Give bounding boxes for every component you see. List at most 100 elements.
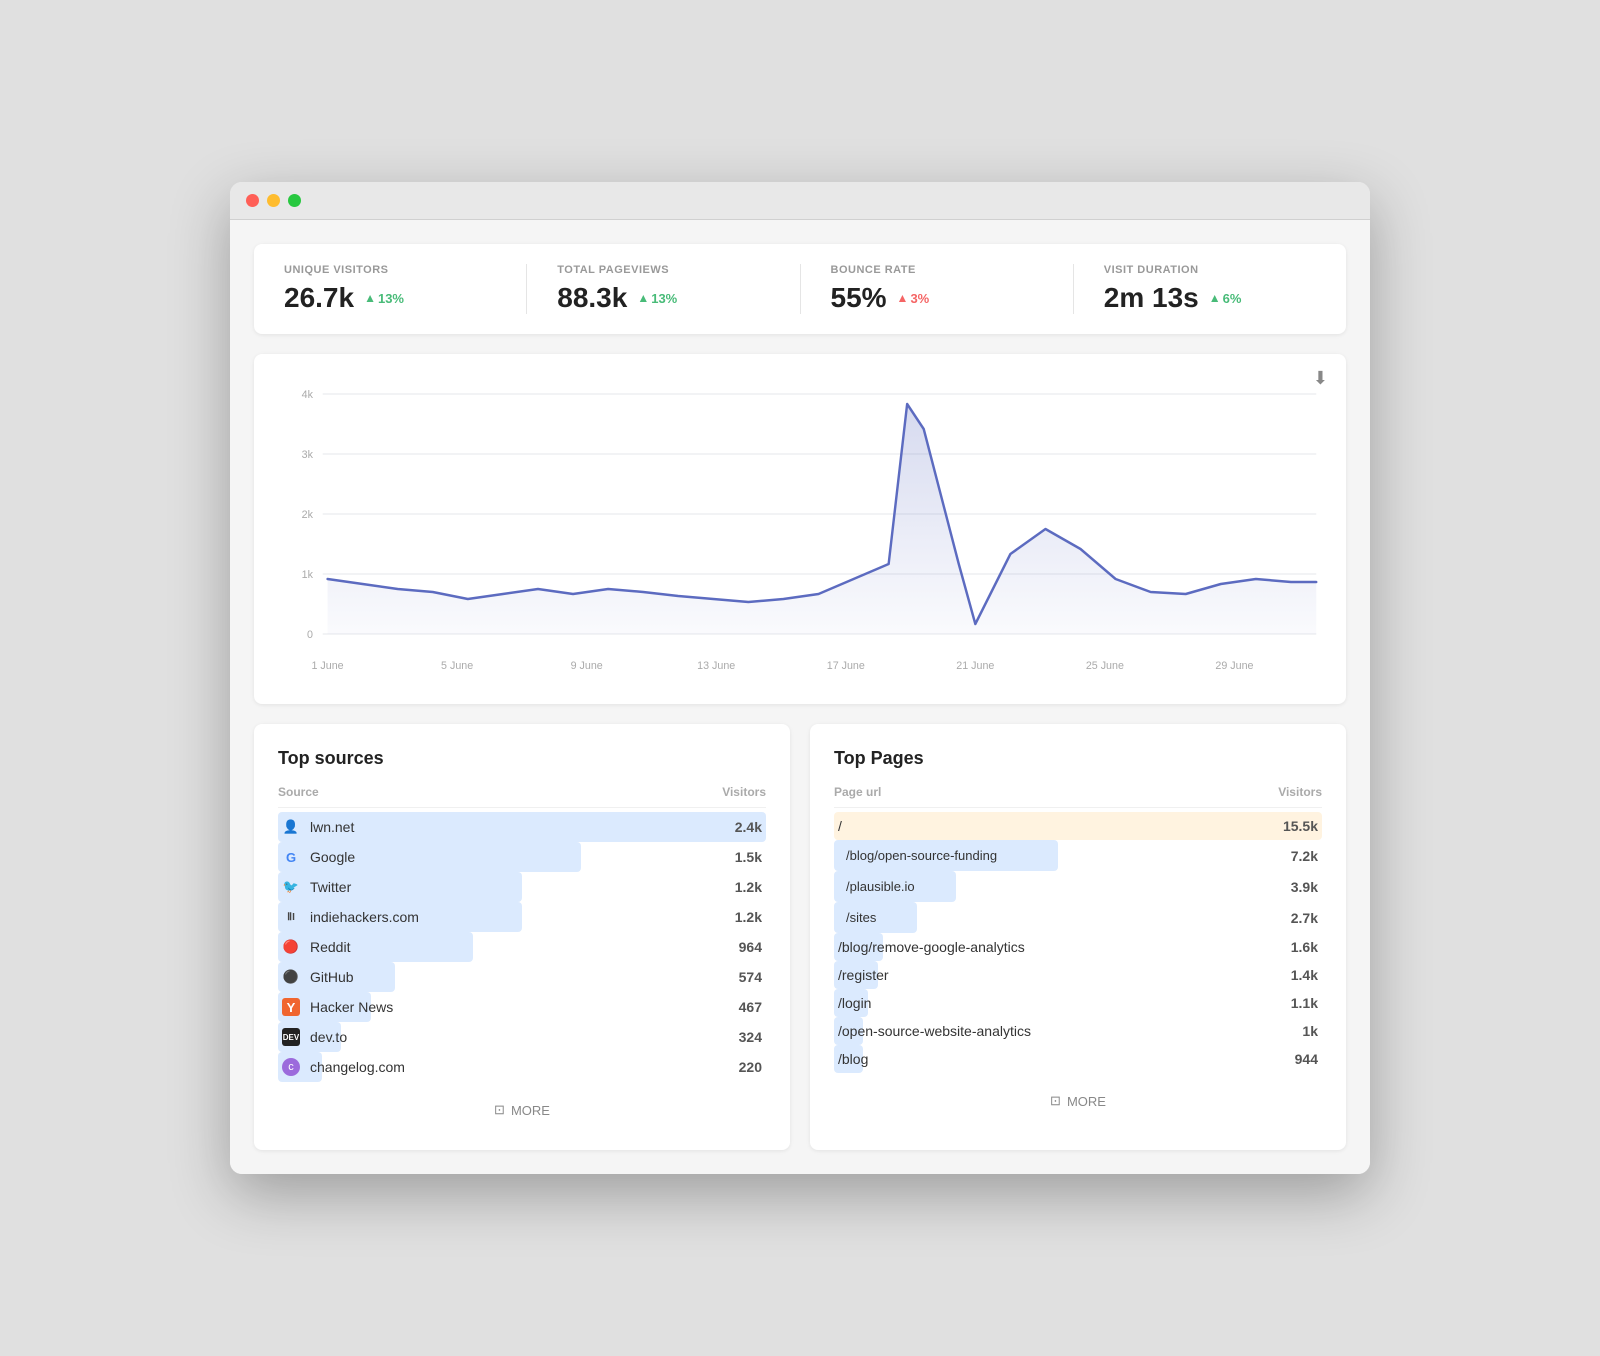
source-name: Y Hacker News — [282, 998, 393, 1016]
page-url: /blog — [838, 1051, 868, 1067]
svg-text:9 June: 9 June — [571, 660, 603, 672]
visitors-chart: 4k 3k 2k 1k 0 1 June 5 June 9 June 13 Ju… — [274, 374, 1326, 694]
more-icon: ⊡ — [494, 1102, 505, 1118]
source-name: c changelog.com — [282, 1058, 405, 1076]
top-pages-title: Top Pages — [834, 748, 1322, 769]
github-icon: ⚫ — [282, 968, 300, 986]
stat-visit-duration-change: ▲ 6% — [1209, 291, 1242, 306]
top-pages-header: Page url Visitors — [834, 785, 1322, 808]
svg-text:4k: 4k — [302, 389, 314, 401]
more-icon: ⊡ — [1050, 1093, 1061, 1109]
list-item[interactable]: ⚫ GitHub 574 — [278, 962, 766, 992]
source-name: 🐦 Twitter — [282, 878, 351, 896]
stat-bounce-rate-label: BOUNCE RATE — [831, 264, 1043, 276]
source-col-label: Source — [278, 785, 319, 799]
chart-card: ⬇ 4k 3k — [254, 354, 1346, 704]
svg-text:5 June: 5 June — [441, 660, 473, 672]
source-name: ⚫ GitHub — [282, 968, 354, 986]
svg-text:1k: 1k — [302, 569, 314, 581]
list-item[interactable]: /register 1.4k — [834, 961, 1322, 989]
source-visitors-label: Visitors — [722, 785, 766, 799]
hackernews-icon: Y — [282, 998, 300, 1016]
page-url: /plausible.io — [838, 877, 923, 896]
bottom-row: Top sources Source Visitors 👤 lwn.net 2.… — [254, 724, 1346, 1150]
list-item[interactable]: 🐦 Twitter 1.2k — [278, 872, 766, 902]
list-item[interactable]: /sites 2.7k — [834, 902, 1322, 933]
up-arrow-icon: ▲ — [1209, 291, 1221, 305]
page-url: /register — [838, 967, 889, 983]
list-item[interactable]: Y Hacker News 467 — [278, 992, 766, 1022]
google-icon: G — [282, 848, 300, 866]
top-sources-header: Source Visitors — [278, 785, 766, 808]
stat-total-pageviews-change: ▲ 13% — [637, 291, 677, 306]
stat-visit-duration-value: 2m 13s — [1104, 282, 1199, 314]
svg-text:0: 0 — [307, 629, 313, 641]
list-item[interactable]: /blog/open-source-funding 7.2k — [834, 840, 1322, 871]
lwn-icon: 👤 — [282, 818, 300, 836]
titlebar — [230, 182, 1370, 220]
list-item[interactable]: /open-source-website-analytics 1k — [834, 1017, 1322, 1045]
up-arrow-icon: ▲ — [637, 291, 649, 305]
stat-visit-duration: VISIT DURATION 2m 13s ▲ 6% — [1104, 264, 1316, 314]
pages-more-button[interactable]: ⊡ MORE — [834, 1085, 1322, 1117]
page-url: /sites — [838, 908, 884, 927]
top-sources-title: Top sources — [278, 748, 766, 769]
svg-text:2k: 2k — [302, 509, 314, 521]
page-content: UNIQUE VISITORS 26.7k ▲ 13% TOTAL PAGEVI… — [230, 220, 1370, 1174]
svg-text:21 June: 21 June — [956, 660, 994, 672]
twitter-icon: 🐦 — [282, 878, 300, 896]
stat-unique-visitors-label: UNIQUE VISITORS — [284, 264, 496, 276]
svg-text:1 June: 1 June — [312, 660, 344, 672]
list-item[interactable]: c changelog.com 220 — [278, 1052, 766, 1082]
source-name: DEV dev.to — [282, 1028, 347, 1046]
changelog-icon: c — [282, 1058, 300, 1076]
page-url: /blog/remove-google-analytics — [838, 939, 1025, 955]
page-url: /blog/open-source-funding — [838, 846, 1005, 865]
list-item[interactable]: 🔴 Reddit 964 — [278, 932, 766, 962]
svg-text:17 June: 17 June — [827, 660, 865, 672]
indiehackers-icon: ⅡI — [282, 908, 300, 926]
stat-visit-duration-label: VISIT DURATION — [1104, 264, 1316, 276]
source-name: 🔴 Reddit — [282, 938, 350, 956]
svg-text:29 June: 29 June — [1215, 660, 1253, 672]
sources-more-button[interactable]: ⊡ MORE — [278, 1094, 766, 1126]
list-item[interactable]: G Google 1.5k — [278, 842, 766, 872]
stat-bounce-rate-change: ▲ 3% — [897, 291, 930, 306]
top-pages-card: Top Pages Page url Visitors / 15.5k /blo… — [810, 724, 1346, 1150]
stat-total-pageviews-label: TOTAL PAGEVIEWS — [557, 264, 769, 276]
stats-bar: UNIQUE VISITORS 26.7k ▲ 13% TOTAL PAGEVI… — [254, 244, 1346, 334]
reddit-icon: 🔴 — [282, 938, 300, 956]
page-url: /login — [838, 995, 871, 1011]
stat-unique-visitors-change: ▲ 13% — [364, 291, 404, 306]
page-url: /open-source-website-analytics — [838, 1023, 1031, 1039]
devto-icon: DEV — [282, 1028, 300, 1046]
stat-total-pageviews-value: 88.3k — [557, 282, 627, 314]
page-url: / — [838, 818, 842, 834]
list-item[interactable]: ⅡI indiehackers.com 1.2k — [278, 902, 766, 932]
svg-text:25 June: 25 June — [1086, 660, 1124, 672]
list-item[interactable]: 👤 lwn.net 2.4k — [278, 812, 766, 842]
list-item[interactable]: / 15.5k — [834, 812, 1322, 840]
list-item[interactable]: /blog 944 — [834, 1045, 1322, 1073]
up-arrow-icon: ▲ — [364, 291, 376, 305]
list-item[interactable]: DEV dev.to 324 — [278, 1022, 766, 1052]
source-name: G Google — [282, 848, 355, 866]
close-button[interactable] — [246, 194, 259, 207]
maximize-button[interactable] — [288, 194, 301, 207]
chart-container: 4k 3k 2k 1k 0 1 June 5 June 9 June 13 Ju… — [274, 374, 1326, 694]
stat-total-pageviews: TOTAL PAGEVIEWS 88.3k ▲ 13% — [557, 264, 800, 314]
top-sources-card: Top sources Source Visitors 👤 lwn.net 2.… — [254, 724, 790, 1150]
source-name: ⅡI indiehackers.com — [282, 908, 419, 926]
list-item[interactable]: /plausible.io 3.9k — [834, 871, 1322, 902]
minimize-button[interactable] — [267, 194, 280, 207]
stat-unique-visitors: UNIQUE VISITORS 26.7k ▲ 13% — [284, 264, 527, 314]
stat-unique-visitors-value: 26.7k — [284, 282, 354, 314]
source-name: 👤 lwn.net — [282, 818, 354, 836]
stat-bounce-rate: BOUNCE RATE 55% ▲ 3% — [831, 264, 1074, 314]
up-arrow-icon: ▲ — [897, 291, 909, 305]
svg-text:13 June: 13 June — [697, 660, 735, 672]
list-item[interactable]: /login 1.1k — [834, 989, 1322, 1017]
main-window: UNIQUE VISITORS 26.7k ▲ 13% TOTAL PAGEVI… — [230, 182, 1370, 1174]
list-item[interactable]: /blog/remove-google-analytics 1.6k — [834, 933, 1322, 961]
svg-text:3k: 3k — [302, 449, 314, 461]
